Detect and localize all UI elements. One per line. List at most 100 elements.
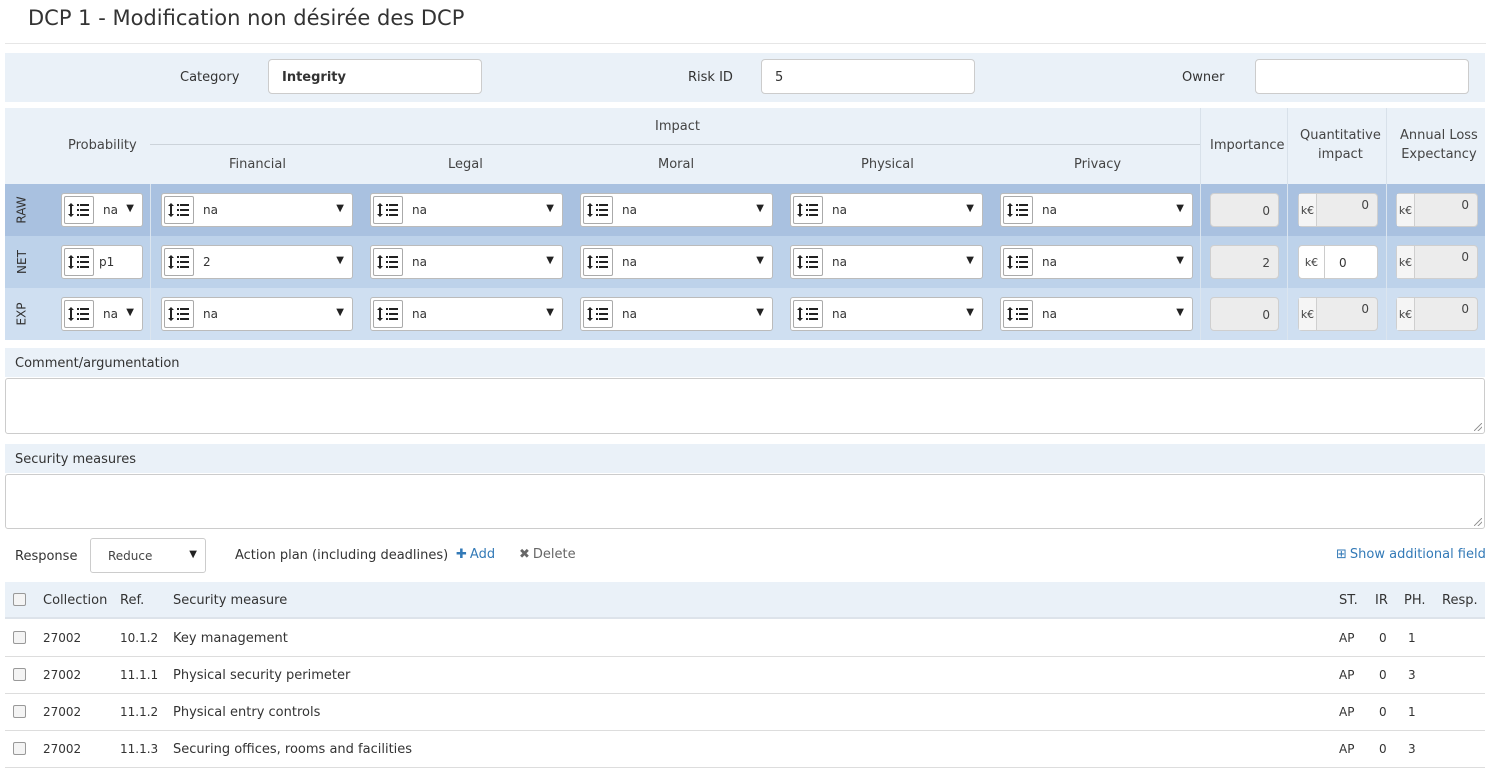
table-row[interactable]: 27002 11.1.3 Securing offices, rooms and f… — [5, 731, 1485, 768]
legal-value: na — [412, 307, 427, 321]
sort-list-icon[interactable] — [164, 300, 194, 328]
row-label: EXP — [7, 288, 37, 340]
col-ph[interactable]: PH. — [1404, 593, 1426, 608]
column-divider — [150, 184, 151, 236]
sort-list-icon[interactable] — [64, 248, 94, 276]
quantitative-impact-value: 0 — [1361, 198, 1369, 212]
row-checkbox[interactable] — [13, 668, 26, 681]
resize-grip-icon[interactable] — [1474, 423, 1482, 431]
security-measures-header: Security measures — [5, 444, 1485, 473]
chevron-down-icon: ▼ — [189, 549, 197, 560]
resize-grip-icon[interactable] — [1474, 518, 1482, 526]
comment-textarea[interactable] — [5, 378, 1485, 434]
currency-unit: k€ — [1397, 298, 1415, 330]
action-plan-label: Action plan (including deadlines) — [235, 548, 449, 563]
risk-id-label: Risk ID — [688, 70, 733, 85]
cell-collection: 27002 — [43, 631, 82, 645]
sort-list-icon[interactable] — [793, 300, 823, 328]
cell-st: AP — [1339, 668, 1355, 682]
cell-st: AP — [1339, 742, 1355, 756]
quantitative-impact-field[interactable]: k€ 0 — [1298, 245, 1378, 279]
delete-action-button[interactable]: ✖ Delete — [519, 547, 576, 562]
row-checkbox[interactable] — [13, 631, 26, 644]
show-additional-field-button[interactable]: ⊞ Show additional field — [1336, 547, 1486, 562]
sort-list-icon[interactable] — [793, 196, 823, 224]
impact-divider — [150, 144, 1200, 145]
ale-value: 0 — [1461, 198, 1469, 212]
physical-value: na — [832, 255, 847, 269]
financial-value: 2 — [203, 255, 211, 269]
column-divider — [1287, 288, 1288, 340]
privacy-select[interactable]: na ▼ — [1000, 297, 1193, 331]
row-label: NET — [7, 236, 37, 288]
risk-meta-bar: Category Integrity Risk ID 5 Owner — [5, 53, 1485, 102]
sort-list-icon[interactable] — [64, 300, 94, 328]
quantitative-line2: impact — [1318, 147, 1363, 162]
physical-select[interactable]: na ▼ — [790, 245, 983, 279]
category-field[interactable]: Integrity — [268, 59, 482, 94]
financial-select[interactable]: 2 ▼ — [161, 245, 353, 279]
col-collection[interactable]: Collection — [43, 593, 107, 608]
table-row[interactable]: 27002 11.1.2 Physical entry controls AP 0 1 — [5, 694, 1485, 731]
sort-list-icon[interactable] — [373, 196, 403, 224]
financial-select[interactable]: na ▼ — [161, 297, 353, 331]
physical-value: na — [832, 307, 847, 321]
moral-select[interactable]: na ▼ — [580, 245, 773, 279]
probability-select[interactable]: na ▼ — [61, 193, 143, 227]
legal-select[interactable]: na ▼ — [370, 193, 563, 227]
row-checkbox[interactable] — [13, 742, 26, 755]
col-ir[interactable]: IR — [1375, 593, 1388, 608]
cell-collection: 27002 — [43, 668, 82, 682]
moral-select[interactable]: na ▼ — [580, 297, 773, 331]
table-row[interactable]: 27002 11.1.1 Physical security perimeter AP… — [5, 657, 1485, 694]
physical-select[interactable]: na ▼ — [790, 193, 983, 227]
sort-list-icon[interactable] — [1003, 300, 1033, 328]
col-resp[interactable]: Resp. — [1442, 593, 1478, 608]
response-select[interactable]: Reduce ▼ — [90, 538, 206, 573]
legal-select[interactable]: na ▼ — [370, 297, 563, 331]
currency-unit: k€ — [1397, 246, 1415, 278]
risk-id-field[interactable]: 5 — [761, 59, 975, 94]
cell-security-measure: Key management — [173, 631, 288, 646]
owner-field[interactable] — [1255, 59, 1469, 94]
privacy-select[interactable]: na ▼ — [1000, 193, 1193, 227]
category-label: Category — [180, 70, 240, 85]
moral-value: na — [622, 203, 637, 217]
row-checkbox[interactable] — [13, 705, 26, 718]
select-all-checkbox[interactable] — [13, 593, 26, 606]
col-ref[interactable]: Ref. — [120, 593, 144, 608]
security-measures-textarea[interactable] — [5, 474, 1485, 529]
sort-list-icon[interactable] — [583, 196, 613, 224]
sort-list-icon[interactable] — [373, 248, 403, 276]
probability-select[interactable]: na ▼ — [61, 297, 143, 331]
sort-list-icon[interactable] — [583, 248, 613, 276]
probability-select[interactable]: p1 — [61, 245, 143, 279]
sort-list-icon[interactable] — [583, 300, 613, 328]
col-st[interactable]: ST. — [1339, 593, 1358, 608]
sort-list-icon[interactable] — [164, 196, 194, 224]
cell-security-measure: Physical security perimeter — [173, 668, 351, 683]
cell-ir: 0 — [1379, 705, 1387, 719]
sort-list-icon[interactable] — [373, 300, 403, 328]
risk-row-net: NET p1 2 ▼ na ▼ na ▼ na ▼ na ▼ 2 k€ 0 k€ 0 — [5, 236, 1485, 288]
column-divider — [1200, 288, 1201, 340]
cell-ph: 3 — [1408, 742, 1416, 756]
financial-select[interactable]: na ▼ — [161, 193, 353, 227]
legal-select[interactable]: na ▼ — [370, 245, 563, 279]
physical-select[interactable]: na ▼ — [790, 297, 983, 331]
sort-list-icon[interactable] — [1003, 248, 1033, 276]
sort-list-icon[interactable] — [164, 248, 194, 276]
add-action-button[interactable]: ✚ Add — [456, 547, 495, 562]
sort-list-icon[interactable] — [793, 248, 823, 276]
sort-list-icon[interactable] — [1003, 196, 1033, 224]
privacy-select[interactable]: na ▼ — [1000, 245, 1193, 279]
quantitative-impact-value: 0 — [1361, 302, 1369, 316]
moral-select[interactable]: na ▼ — [580, 193, 773, 227]
table-row[interactable]: 27002 10.1.2 Key management AP 0 1 — [5, 620, 1485, 657]
sort-list-icon[interactable] — [64, 196, 94, 224]
col-security-measure[interactable]: Security measure — [173, 593, 287, 608]
column-divider — [1200, 236, 1201, 288]
chevron-down-icon: ▼ — [1176, 307, 1184, 318]
moral-value: na — [622, 307, 637, 321]
chevron-down-icon: ▼ — [546, 307, 554, 318]
